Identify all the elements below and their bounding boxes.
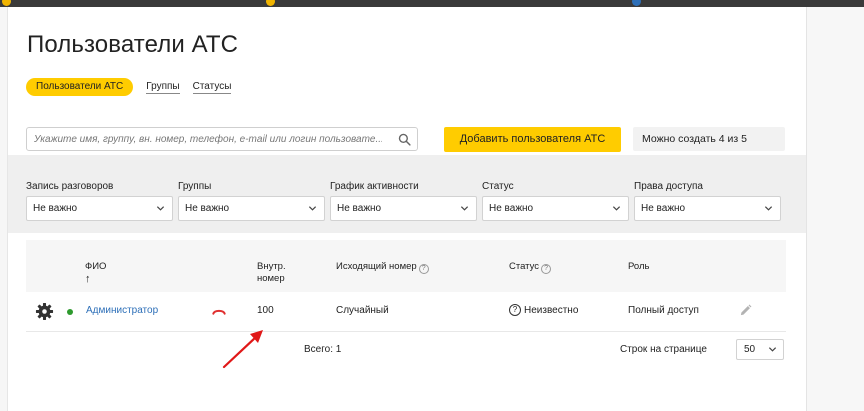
- chevron-down-icon: [612, 206, 621, 211]
- chevron-down-icon: [308, 206, 317, 211]
- filter-call-recording-select[interactable]: Не важно: [26, 196, 173, 221]
- filter-status: Статус Не важно: [482, 181, 629, 221]
- filter-status-select[interactable]: Не важно: [482, 196, 629, 221]
- filter-groups: Группы Не важно: [178, 181, 325, 221]
- right-side-pane: [806, 7, 864, 411]
- phone-hangup-icon: [212, 309, 226, 315]
- main-panel: Пользователи АТС Пользователи АТС Группы…: [8, 7, 806, 411]
- column-header-extension: Внутр. номер: [257, 261, 286, 284]
- filter-value: Не важно: [337, 203, 382, 214]
- bookmark-favicon-icon: [632, 0, 641, 6]
- filter-access-rights: Права доступа Не важно: [634, 181, 781, 221]
- user-status: Неизвестно: [524, 305, 579, 316]
- outgoing-number: Случайный: [336, 305, 389, 316]
- filter-access-rights-select[interactable]: Не важно: [634, 196, 781, 221]
- column-header-name[interactable]: ФИО ↑: [85, 261, 106, 286]
- filter-label: Запись разговоров: [26, 181, 114, 192]
- total-count: Всего: 1: [304, 344, 342, 355]
- sort-ascending-icon: ↑: [85, 273, 91, 285]
- filter-value: Не важно: [33, 203, 78, 214]
- filter-label: Права доступа: [634, 181, 703, 192]
- chevron-down-icon: [768, 347, 777, 352]
- user-limit-text: Можно создать 4 из 5: [633, 127, 785, 151]
- table-row[interactable]: Администратор 100 Случайный ? Неизвестно…: [26, 292, 786, 332]
- bookmark-favicon-icon: [266, 0, 275, 6]
- user-role: Полный доступ: [628, 305, 699, 316]
- rows-per-page-select[interactable]: 50: [736, 339, 784, 360]
- users-table: ФИО ↑ Внутр. номер Исходящий номер? Стат…: [26, 240, 786, 362]
- filters-bar: Запись разговоров Не важно Группы Не важ…: [8, 155, 806, 233]
- chevron-down-icon: [156, 206, 165, 211]
- user-name-link[interactable]: Администратор: [86, 305, 158, 317]
- column-header-role: Роль: [628, 261, 650, 272]
- gear-icon[interactable]: [35, 302, 54, 321]
- table-header: ФИО ↑ Внутр. номер Исходящий номер? Стат…: [26, 240, 786, 292]
- filter-activity-schedule-select[interactable]: Не важно: [330, 196, 477, 221]
- tab-bar: Пользователи АТС Группы Статусы: [26, 77, 232, 97]
- search-icon[interactable]: [398, 133, 411, 146]
- rows-per-page-label: Строк на странице: [620, 344, 707, 355]
- filter-value: Не важно: [641, 203, 686, 214]
- add-user-button[interactable]: Добавить пользователя АТС: [444, 127, 621, 152]
- filter-label: Группы: [178, 181, 212, 192]
- online-status-dot: [67, 309, 73, 315]
- status-unknown-icon: ?: [509, 304, 521, 316]
- chevron-down-icon: [764, 206, 773, 211]
- filter-value: Не важно: [489, 203, 534, 214]
- tab-groups[interactable]: Группы: [146, 81, 180, 94]
- filter-activity-schedule: График активности Не важно: [330, 181, 477, 221]
- help-icon[interactable]: ?: [541, 264, 552, 274]
- browser-top-strip: [0, 0, 864, 7]
- left-gutter: [0, 7, 8, 411]
- column-header-outgoing: Исходящий номер?: [336, 261, 429, 274]
- filter-value: Не важно: [185, 203, 230, 214]
- extension-number: 100: [257, 305, 274, 316]
- filter-groups-select[interactable]: Не важно: [178, 196, 325, 221]
- filter-label: График активности: [330, 181, 419, 192]
- filter-call-recording: Запись разговоров Не важно: [26, 181, 173, 221]
- search-input[interactable]: [27, 128, 382, 150]
- tab-statuses[interactable]: Статусы: [192, 81, 232, 94]
- bookmark-favicon-icon: [2, 0, 11, 6]
- table-footer: Всего: 1 Строк на странице 50: [26, 333, 786, 362]
- help-icon[interactable]: ?: [418, 264, 429, 274]
- search-box: [26, 127, 418, 151]
- column-header-status: Статус?: [509, 261, 552, 274]
- filter-label: Статус: [482, 181, 514, 192]
- tab-users[interactable]: Пользователи АТС: [26, 78, 134, 96]
- page-title: Пользователи АТС: [27, 31, 239, 58]
- pencil-icon[interactable]: [739, 304, 752, 317]
- chevron-down-icon: [460, 206, 469, 211]
